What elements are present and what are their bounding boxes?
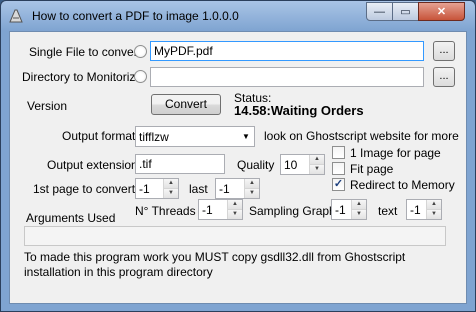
- directory-label: Directory to Monitorize: [22, 70, 143, 84]
- checkmark-icon: ✓: [333, 178, 344, 190]
- spin-up-icon[interactable]: ▲: [164, 179, 178, 189]
- spin-up-icon[interactable]: ▲: [427, 200, 441, 210]
- app-icon: [9, 9, 23, 23]
- threads-value: -1: [202, 203, 213, 217]
- convert-button[interactable]: Convert: [151, 94, 221, 115]
- directory-radio[interactable]: [134, 70, 147, 83]
- spin-down-icon[interactable]: ▼: [164, 189, 178, 198]
- text-label: text: [378, 204, 398, 218]
- first-page-value: -1: [139, 182, 150, 196]
- sampling-graph-value: -1: [335, 203, 346, 217]
- output-format-value: tifflzw: [139, 130, 169, 144]
- quality-value: 10: [284, 158, 298, 172]
- output-extension-input[interactable]: .tif: [135, 154, 225, 174]
- single-file-input[interactable]: MyPDF.pdf: [150, 41, 424, 61]
- last-page-value: -1: [219, 182, 230, 196]
- title-bar[interactable]: How to convert a PDF to image 1.0.0.0 — …: [1, 1, 475, 31]
- single-file-radio[interactable]: [134, 45, 147, 58]
- single-file-label: Single File to convert: [29, 45, 142, 59]
- directory-browse-button[interactable]: ...: [433, 67, 455, 87]
- close-icon: ✕: [436, 6, 447, 18]
- last-page-label: last: [189, 182, 208, 196]
- quality-label: Quality: [237, 158, 275, 172]
- output-format-label: Output format: [62, 129, 136, 143]
- spin-down-icon[interactable]: ▼: [228, 210, 242, 219]
- threads-stepper[interactable]: -1 ▲ ▼: [198, 199, 243, 220]
- sampling-graph-label: Sampling Graph: [249, 204, 336, 218]
- spin-up-icon[interactable]: ▲: [310, 155, 324, 165]
- redirect-to-memory-label: Redirect to Memory: [350, 178, 455, 192]
- main-panel: Single File to convert MyPDF.pdf ... Dir…: [9, 31, 467, 304]
- output-format-select[interactable]: tifflzw ▼: [135, 126, 255, 147]
- fit-page-label: Fit page: [350, 162, 394, 176]
- spin-down-icon[interactable]: ▼: [245, 189, 259, 198]
- last-page-stepper[interactable]: -1 ▲ ▼: [215, 178, 260, 199]
- single-file-browse-button[interactable]: ...: [433, 41, 455, 61]
- minimize-icon: —: [374, 5, 385, 18]
- spin-down-icon[interactable]: ▼: [352, 210, 366, 219]
- status-value: 14.58:Waiting Orders: [234, 103, 364, 118]
- requirement-note: To made this program work you MUST copy …: [24, 250, 406, 279]
- one-image-per-page-label: 1 Image for page: [350, 146, 441, 160]
- fit-page-checkbox[interactable]: [332, 162, 345, 175]
- spin-up-icon[interactable]: ▲: [245, 179, 259, 189]
- output-format-hint: look on Ghostscript website for more: [264, 129, 459, 143]
- minimize-button[interactable]: —: [366, 2, 393, 21]
- version-label: Version: [27, 99, 68, 113]
- spin-down-icon[interactable]: ▼: [310, 165, 324, 174]
- window-title: How to convert a PDF to image 1.0.0.0: [32, 9, 239, 23]
- close-button[interactable]: ✕: [418, 2, 465, 21]
- output-extension-label: Output extension: [47, 158, 138, 172]
- threads-label: N° Threads: [135, 204, 196, 218]
- text-stepper[interactable]: -1 ▲ ▼: [406, 199, 442, 220]
- maximize-icon: ▭: [400, 6, 411, 18]
- quality-stepper[interactable]: 10 ▲ ▼: [280, 154, 325, 175]
- arguments-label: Arguments Used: [26, 211, 116, 225]
- sampling-graph-stepper[interactable]: -1 ▲ ▼: [331, 199, 367, 220]
- spin-up-icon[interactable]: ▲: [352, 200, 366, 210]
- arguments-field[interactable]: [24, 226, 446, 246]
- first-page-label: 1st page to convert: [33, 182, 136, 196]
- maximize-button[interactable]: ▭: [392, 2, 419, 21]
- chevron-down-icon[interactable]: ▼: [238, 127, 254, 146]
- spin-up-icon[interactable]: ▲: [228, 200, 242, 210]
- text-value: -1: [410, 203, 421, 217]
- one-image-per-page-checkbox[interactable]: [332, 146, 345, 159]
- spin-down-icon[interactable]: ▼: [427, 210, 441, 219]
- first-page-stepper[interactable]: -1 ▲ ▼: [135, 178, 179, 199]
- directory-input[interactable]: [150, 67, 424, 87]
- redirect-to-memory-checkbox[interactable]: ✓: [332, 178, 345, 191]
- app-window: How to convert a PDF to image 1.0.0.0 — …: [0, 0, 476, 312]
